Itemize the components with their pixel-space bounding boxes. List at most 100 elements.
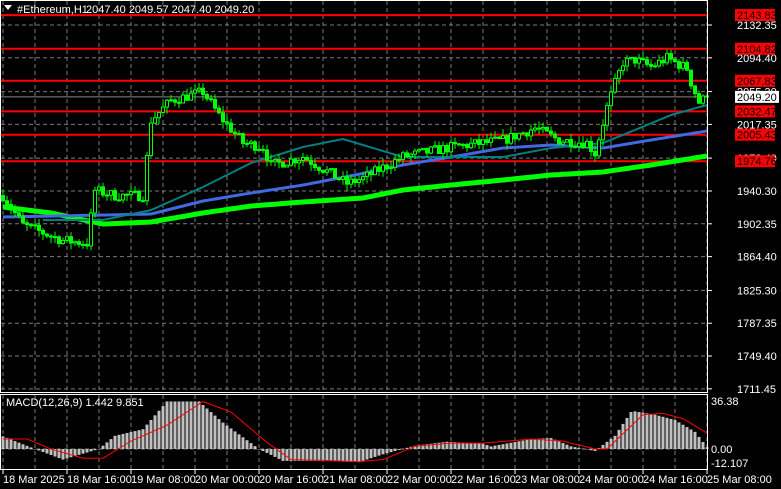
bear-candle (333, 168, 337, 179)
ohlc-values: 2047.40 2049.57 2047.40 2049.20 (86, 4, 254, 16)
bear-candle (685, 62, 689, 71)
bull-candle (341, 176, 345, 181)
bear-candle (697, 93, 701, 104)
bull-candle (381, 164, 385, 172)
macd-histogram-bar (649, 414, 653, 449)
collapse-triangle-icon[interactable] (4, 5, 12, 10)
macd-histogram-bar (157, 410, 161, 449)
bull-candle (621, 65, 625, 72)
bear-candle (17, 212, 21, 217)
macd-histogram-bar (625, 417, 629, 449)
bear-candle (281, 161, 285, 168)
macd-histogram-bar (21, 444, 25, 449)
bear-candle (21, 215, 25, 224)
macd-histogram-bar (517, 441, 521, 449)
bear-candle (505, 135, 509, 144)
bull-candle (601, 124, 605, 141)
bear-candle (589, 140, 593, 152)
bear-candle (669, 53, 673, 60)
bull-candle (197, 87, 201, 91)
bull-candle (237, 133, 241, 136)
bull-candle (389, 166, 393, 169)
macd-histogram-bar (681, 424, 685, 449)
macd-histogram-bar (473, 443, 477, 449)
bear-candle (29, 224, 33, 227)
macd-histogram-bar (353, 449, 357, 463)
bull-candle (169, 99, 173, 102)
bull-candle (573, 145, 577, 148)
bull-candle (637, 57, 641, 64)
macd-histogram-bar (385, 449, 389, 454)
macd-histogram-bar (169, 401, 173, 449)
level-price-label: 2143.83 (737, 10, 777, 22)
bull-candle (653, 65, 657, 68)
bear-candle (113, 190, 117, 201)
bull-candle (273, 159, 277, 162)
bull-candle (429, 146, 433, 154)
bear-candle (549, 130, 553, 135)
bull-candle (325, 169, 329, 173)
macd-histogram-bar (573, 447, 577, 449)
macd-histogram-bar (585, 449, 589, 450)
macd-histogram-bar (665, 417, 669, 449)
macd-tick-label: 0.00 (711, 444, 732, 456)
bear-candle (693, 85, 697, 95)
bull-candle (361, 176, 365, 181)
macd-histogram-bar (669, 418, 673, 449)
bear-candle (317, 167, 321, 171)
macd-histogram-bar (73, 449, 77, 457)
bear-candle (453, 141, 457, 145)
macd-histogram-bar (537, 438, 541, 449)
bull-candle (517, 133, 521, 140)
bull-candle (165, 99, 169, 108)
bull-candle (441, 145, 445, 155)
bull-candle (181, 94, 185, 104)
macd-histogram-bar (57, 449, 61, 459)
bear-candle (225, 121, 229, 124)
macd-histogram-bar (645, 413, 649, 449)
macd-histogram-bar (389, 449, 393, 453)
bear-candle (661, 59, 665, 64)
bull-candle (409, 153, 413, 158)
bull-candle (509, 132, 513, 144)
bull-candle (473, 139, 477, 144)
macd-histogram-bar (249, 443, 253, 449)
bear-candle (217, 107, 221, 114)
macd-histogram-bar (285, 449, 289, 461)
macd-histogram-bar (325, 449, 329, 462)
bull-candle (357, 179, 361, 183)
bear-candle (125, 193, 129, 196)
macd-histogram-bar (301, 449, 305, 461)
bull-candle (533, 127, 537, 131)
macd-histogram-bar (273, 449, 277, 457)
bear-candle (405, 152, 409, 158)
macd-histogram-bar (229, 428, 233, 449)
bull-candle (657, 59, 661, 67)
bear-candle (633, 56, 637, 64)
bear-candle (377, 166, 381, 172)
bull-candle (597, 139, 601, 157)
macd-histogram-bar (377, 449, 381, 456)
bull-candle (629, 56, 633, 59)
macd-histogram-bar (245, 440, 249, 449)
macd-histogram-bar (497, 444, 501, 449)
bull-candle (157, 112, 161, 119)
macd-histogram-bar (145, 424, 149, 449)
time-label: 22 Mar 16:00 (451, 474, 516, 486)
bear-candle (385, 164, 389, 169)
bull-candle (541, 126, 545, 130)
trading-chart[interactable]: 2132.352094.402055.302017.351978.401940.… (0, 0, 781, 489)
macd-histogram-bar (9, 439, 13, 449)
time-label: 24 Mar 16:00 (643, 474, 708, 486)
bear-candle (645, 59, 649, 65)
bull-candle (129, 191, 133, 196)
macd-histogram-bar (1, 436, 5, 449)
level-price-label: 2005.43 (737, 130, 777, 142)
bear-candle (593, 150, 597, 157)
bull-candle (61, 239, 65, 245)
bear-candle (241, 133, 245, 144)
bull-candle (97, 186, 101, 191)
bull-candle (393, 159, 397, 168)
macd-histogram-bar (185, 401, 189, 449)
macd-histogram-bar (333, 449, 337, 462)
